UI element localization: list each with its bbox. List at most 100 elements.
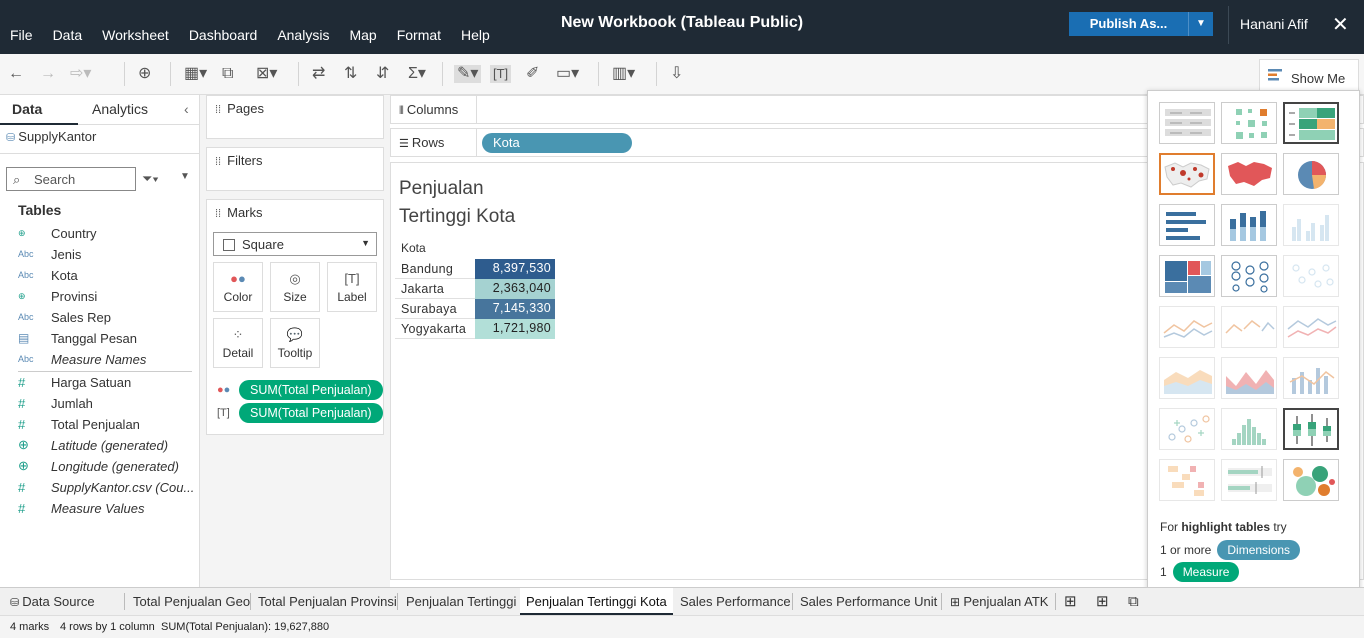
swap-rows-columns-icon[interactable]: ⇄ (312, 65, 325, 83)
menu-data[interactable]: Data (53, 27, 83, 43)
symbol-map-chart-icon[interactable] (1159, 153, 1215, 195)
pages-card[interactable]: ⁞⁞ Pages (206, 95, 384, 139)
histogram-chart-icon[interactable] (1221, 408, 1277, 450)
field-measure-values[interactable]: # Measure Values (18, 498, 144, 518)
table-row[interactable]: Yogyakarta 1,721,980 (395, 319, 555, 339)
field-latitude[interactable]: ⊕ Latitude (generated) (18, 435, 168, 455)
user-name[interactable]: Hanani Afif (1240, 16, 1308, 32)
detail-button[interactable]: ⁘ Detail (213, 318, 263, 368)
highlight-cell[interactable]: 7,145,330 (475, 299, 555, 319)
viz-title[interactable]: Penjualan Tertinggi Kota (399, 175, 515, 231)
publish-dropdown-chevron-icon[interactable]: ▼ (1188, 12, 1213, 36)
side-by-side-circles-chart-icon[interactable] (1283, 255, 1339, 297)
field-record-count[interactable]: # SupplyKantor.csv (Cou... (18, 477, 194, 497)
treemap-chart-icon[interactable] (1159, 255, 1215, 297)
row-header-city[interactable]: Bandung (401, 262, 453, 276)
highlight-icon[interactable]: ✎▾ (454, 65, 482, 83)
new-worksheet-tab-icon[interactable]: ⊞ (1064, 588, 1077, 615)
label-button[interactable]: [T] Label (327, 262, 377, 312)
label-measure-pill[interactable]: SUM(Total Penjualan) (239, 403, 383, 423)
color-measure-pill[interactable]: SUM(Total Penjualan) (239, 380, 383, 400)
duplicate-sheet-icon[interactable]: ⧉ (222, 65, 233, 83)
field-kota[interactable]: Abc Kota (18, 265, 78, 285)
field-harga-satuan[interactable]: # Harga Satuan (18, 372, 131, 392)
totals-icon[interactable]: Σ▾ (408, 65, 426, 83)
sort-ascending-icon[interactable]: ⇅ (344, 65, 357, 83)
continuous-lines-chart-icon[interactable] (1159, 306, 1215, 348)
tab-data-source[interactable]: ⛁ Data Source (10, 588, 95, 615)
filter-icon[interactable]: ⏷▾ (142, 171, 159, 187)
fit-icon[interactable]: ▭▾ (556, 65, 579, 83)
field-total-penjualan[interactable]: # Total Penjualan (18, 414, 140, 434)
row-header-city[interactable]: Yogyakarta (401, 322, 466, 336)
redo-icon[interactable]: → (40, 65, 56, 83)
field-jumlah[interactable]: # Jumlah (18, 393, 93, 413)
table-row[interactable]: Jakarta 2,363,040 (395, 279, 555, 299)
circle-views-chart-icon[interactable] (1221, 255, 1277, 297)
tab-total-penjualan-provinsi[interactable]: Total Penjualan Provinsi (258, 588, 397, 615)
dual-combination-chart-icon[interactable] (1283, 357, 1339, 399)
new-datasource-icon[interactable]: ⊕ (138, 65, 151, 83)
row-header-city[interactable]: Jakarta (401, 282, 444, 296)
discrete-lines-chart-icon[interactable] (1221, 306, 1277, 348)
menu-worksheet[interactable]: Worksheet (102, 27, 169, 43)
kota-dimension-pill[interactable]: Kota (482, 133, 632, 153)
sort-descending-icon[interactable]: ⇵ (376, 65, 389, 83)
collapse-pane-icon[interactable]: ‹ (184, 101, 189, 117)
text-table-chart-icon[interactable] (1159, 102, 1215, 144)
field-measure-names[interactable]: Abc Measure Names (18, 349, 146, 369)
tab-penjualan-atk[interactable]: ⊞ Penjualan ATK (950, 588, 1048, 615)
color-button[interactable]: ●● Color (213, 262, 263, 312)
area-charts-continuous-icon[interactable] (1159, 357, 1215, 399)
new-worksheet-icon[interactable]: ▦▾ (184, 65, 207, 83)
box-whisker-chart-icon[interactable] (1283, 408, 1339, 450)
highlight-cell[interactable]: 8,397,530 (475, 259, 555, 279)
menu-help[interactable]: Help (461, 27, 490, 43)
undo-icon[interactable]: ← (8, 65, 24, 83)
new-story-tab-icon[interactable]: ⧉ (1128, 588, 1139, 615)
table-row[interactable]: Surabaya 7,145,330 (395, 299, 555, 319)
tab-penjualan-tertinggi[interactable]: Penjualan Tertinggi (406, 588, 516, 615)
highlight-cell[interactable]: 2,363,040 (475, 279, 555, 299)
search-input[interactable]: ⌕ Search (6, 167, 136, 191)
field-jenis[interactable]: Abc Jenis (18, 244, 81, 264)
clear-sheet-icon[interactable]: ⊠▾ (256, 65, 277, 83)
kota-column-header[interactable]: Kota (401, 241, 426, 255)
tab-analytics[interactable]: Analytics (92, 101, 148, 117)
heat-map-chart-icon[interactable] (1221, 102, 1277, 144)
gantt-chart-icon[interactable] (1159, 459, 1215, 501)
tooltip-button[interactable]: 💬 Tooltip (270, 318, 320, 368)
highlight-table-chart-icon[interactable] (1283, 102, 1339, 144)
filled-map-chart-icon[interactable] (1221, 153, 1277, 195)
area-charts-discrete-icon[interactable] (1221, 357, 1277, 399)
close-icon[interactable]: ✕ (1332, 12, 1349, 37)
table-row[interactable]: Bandung 8,397,530 (395, 259, 555, 279)
menu-dashboard[interactable]: Dashboard (189, 27, 258, 43)
tab-sales-performance[interactable]: Sales Performance (680, 588, 791, 615)
tab-total-penjualan-geo[interactable]: Total Penjualan Geo (133, 588, 250, 615)
publish-as-button[interactable]: Publish As... ▼ (1069, 12, 1213, 36)
presentation-icon[interactable]: ▥▾ (612, 65, 635, 83)
pane-menu-chevron-icon[interactable]: ▼ (180, 171, 190, 182)
field-provinsi[interactable]: ⊕ Provinsi (18, 286, 97, 306)
field-tanggal-pesan[interactable]: ▤ Tanggal Pesan (18, 328, 137, 348)
side-by-side-bars-chart-icon[interactable] (1283, 204, 1339, 246)
menu-analysis[interactable]: Analysis (277, 27, 329, 43)
highlight-cell[interactable]: 1,721,980 (475, 319, 555, 339)
tab-sales-performance-unit[interactable]: Sales Performance Unit (800, 588, 937, 615)
menu-file[interactable]: File (10, 27, 33, 43)
row-header-city[interactable]: Surabaya (401, 302, 457, 316)
datasource-item[interactable]: ⛁ SupplyKantor (6, 129, 96, 144)
size-button[interactable]: ◎ Size (270, 262, 320, 312)
horizontal-bars-chart-icon[interactable] (1159, 204, 1215, 246)
menu-format[interactable]: Format (397, 27, 441, 43)
pie-chart-icon[interactable] (1283, 153, 1339, 195)
menu-map[interactable]: Map (349, 27, 376, 43)
packed-bubbles-chart-icon[interactable] (1283, 459, 1339, 501)
format-workbook-icon[interactable]: ✐ (526, 65, 539, 83)
stacked-bars-chart-icon[interactable] (1221, 204, 1277, 246)
field-longitude[interactable]: ⊕ Longitude (generated) (18, 456, 179, 476)
new-dashboard-tab-icon[interactable]: ⊞ (1096, 588, 1109, 615)
share-icon[interactable]: ⇩ (670, 65, 683, 83)
bullet-graph-chart-icon[interactable] (1221, 459, 1277, 501)
